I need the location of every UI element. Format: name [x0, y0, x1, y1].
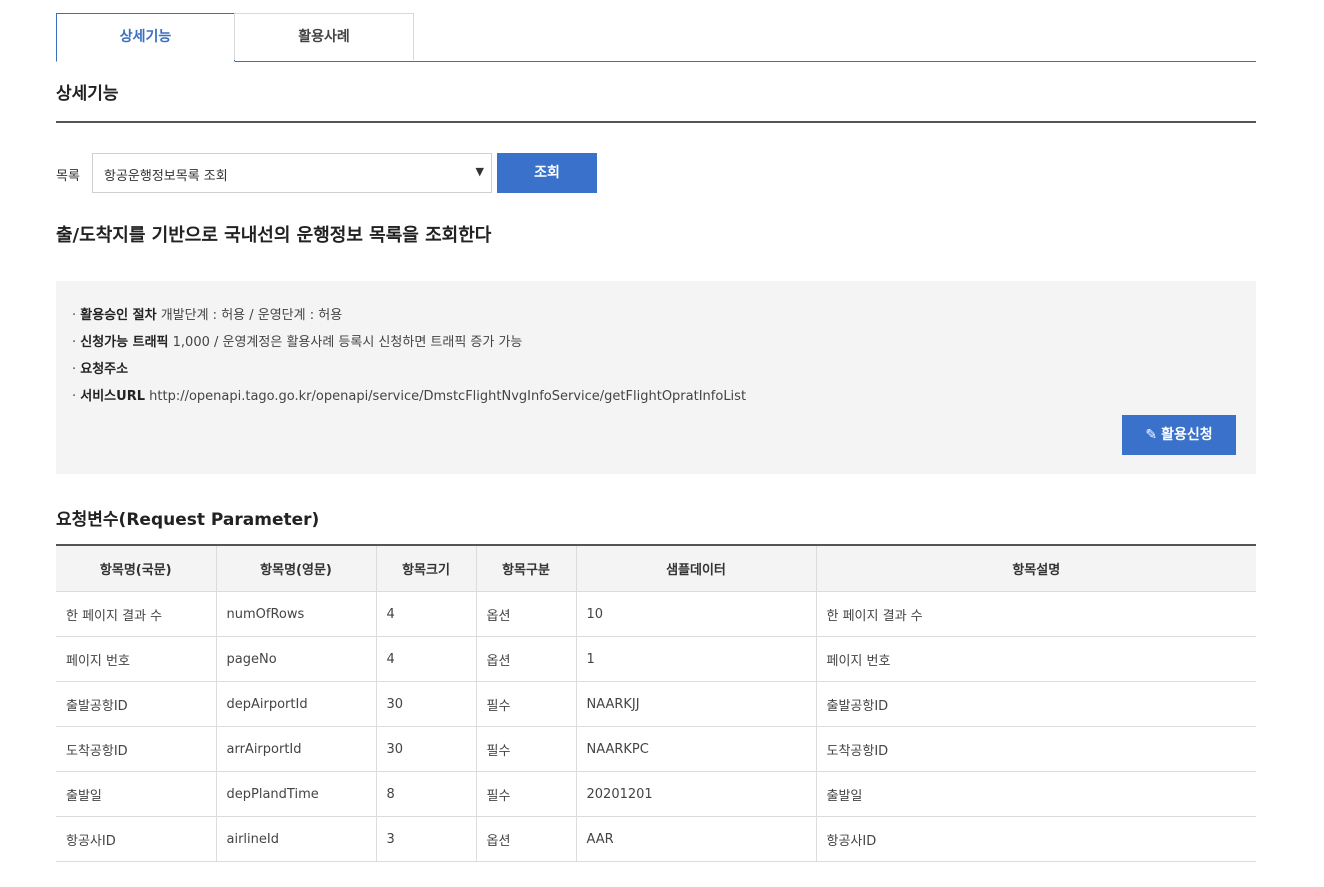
table-cell: 한 페이지 결과 수 [816, 591, 1256, 637]
request-address-label: 요청주소 [80, 362, 129, 377]
table-cell: 항공사ID [816, 816, 1256, 862]
table-cell: 20201201 [576, 771, 817, 817]
table-cell: 페이지 번호 [816, 636, 1256, 682]
operation-select-value: 항공운행정보목록 조회 [104, 169, 228, 184]
table-cell: numOfRows [216, 591, 377, 637]
table-cell: 필수 [476, 771, 577, 817]
table-cell: 한 페이지 결과 수 [56, 591, 217, 637]
traffic-value: 1,000 / 운영계정은 활용사례 등록시 신청하면 트래픽 증가 가능 [172, 335, 523, 350]
table-cell: 8 [376, 771, 477, 817]
table-cell: 도착공항ID [816, 726, 1256, 772]
table-row: 도착공항ID arrAirportId 30 필수 NAARKPC 도착공항ID [56, 726, 1256, 772]
table-cell: 30 [376, 726, 477, 772]
table-cell: 옵션 [476, 636, 577, 682]
tab-detail-functions[interactable]: 상세기능 [56, 13, 235, 62]
column-header: 샘플데이터 [576, 545, 817, 592]
column-header: 항목구분 [476, 545, 577, 592]
table-cell: 항공사ID [56, 816, 217, 862]
request-params-table: 항목명(국문) 항목명(영문) 항목크기 항목구분 샘플데이터 항목설명 한 페… [56, 544, 1256, 862]
table-cell: 1 [576, 636, 817, 682]
apply-button-label: 활용신청 [1161, 427, 1213, 443]
table-cell: 출발일 [56, 771, 217, 817]
table-cell: depAirportId [216, 681, 377, 727]
table-cell: AAR [576, 816, 817, 862]
traffic-line: · 신청가능 트래픽 1,000 / 운영계정은 활용사례 등록시 신청하면 트… [72, 335, 523, 350]
table-cell: 4 [376, 636, 477, 682]
table-cell: NAARKJJ [576, 681, 817, 727]
column-header: 항목명(영문) [216, 545, 377, 592]
table-cell: 옵션 [476, 591, 577, 637]
table-row: 페이지 번호 pageNo 4 옵션 1 페이지 번호 [56, 636, 1256, 682]
table-cell: 도착공항ID [56, 726, 217, 772]
detail-panel: 상세기능 활용사례 상세기능 목록 항공운행정보목록 조회 ▼ 조회 출/도착지… [56, 13, 1256, 862]
table-cell: 30 [376, 681, 477, 727]
approval-label: 활용승인 절차 [80, 308, 157, 323]
table-cell: NAARKPC [576, 726, 817, 772]
table-row: 한 페이지 결과 수 numOfRows 4 옵션 10 한 페이지 결과 수 [56, 591, 1256, 637]
request-address-line: · 요청주소 [72, 362, 129, 377]
tab-use-cases[interactable]: 활용사례 [234, 13, 414, 60]
table-cell: airlineId [216, 816, 377, 862]
info-box: · 활용승인 절차 개발단계 : 허용 / 운영단계 : 허용 · 신청가능 트… [56, 281, 1256, 474]
service-url-label: 서비스URL [80, 389, 145, 404]
column-header: 항목명(국문) [56, 545, 217, 592]
table-cell: 옵션 [476, 816, 577, 862]
table-row: 출발일 depPlandTime 8 필수 20201201 출발일 [56, 771, 1256, 817]
table-cell: 출발일 [816, 771, 1256, 817]
section-title: 상세기능 [56, 84, 119, 104]
column-header: 항목설명 [816, 545, 1256, 592]
table-cell: 3 [376, 816, 477, 862]
table-cell: pageNo [216, 636, 377, 682]
table-cell: 출발공항ID [56, 681, 217, 727]
traffic-label: 신청가능 트래픽 [80, 335, 169, 350]
operation-description: 출/도착지를 기반으로 국내선의 운행정보 목록을 조회한다 [56, 225, 492, 246]
pencil-icon: ✎ [1145, 427, 1158, 443]
table-cell: 필수 [476, 726, 577, 772]
operation-select[interactable]: 항공운행정보목록 조회 ▼ [92, 153, 492, 193]
service-url-line: · 서비스URL http://openapi.tago.go.kr/opena… [72, 389, 747, 404]
table-cell: 출발공항ID [816, 681, 1256, 727]
table-cell: depPlandTime [216, 771, 377, 817]
table-header-row: 항목명(국문) 항목명(영문) 항목크기 항목구분 샘플데이터 항목설명 [56, 545, 1256, 592]
column-header: 항목크기 [376, 545, 477, 592]
approval-line: · 활용승인 절차 개발단계 : 허용 / 운영단계 : 허용 [72, 308, 343, 323]
table-cell: 10 [576, 591, 817, 637]
table-cell: arrAirportId [216, 726, 377, 772]
table-cell: 페이지 번호 [56, 636, 217, 682]
service-url-value: http://openapi.tago.go.kr/openapi/servic… [149, 389, 747, 404]
table-cell: 필수 [476, 681, 577, 727]
request-params-title: 요청변수(Request Parameter) [56, 510, 320, 530]
table-cell: 4 [376, 591, 477, 637]
search-button[interactable]: 조회 [497, 153, 597, 193]
list-selector-row: 목록 항공운행정보목록 조회 ▼ 조회 [56, 153, 1256, 193]
approval-value: 개발단계 : 허용 / 운영단계 : 허용 [160, 308, 343, 323]
table-row: 출발공항ID depAirportId 30 필수 NAARKJJ 출발공항ID [56, 681, 1256, 727]
chevron-down-icon: ▼ [475, 165, 484, 178]
tab-bar: 상세기능 활용사례 [56, 13, 1256, 62]
list-label: 목록 [56, 169, 80, 184]
section-divider [56, 121, 1256, 123]
apply-button[interactable]: ✎ 활용신청 [1122, 415, 1236, 455]
table-row: 항공사ID airlineId 3 옵션 AAR 항공사ID [56, 816, 1256, 862]
